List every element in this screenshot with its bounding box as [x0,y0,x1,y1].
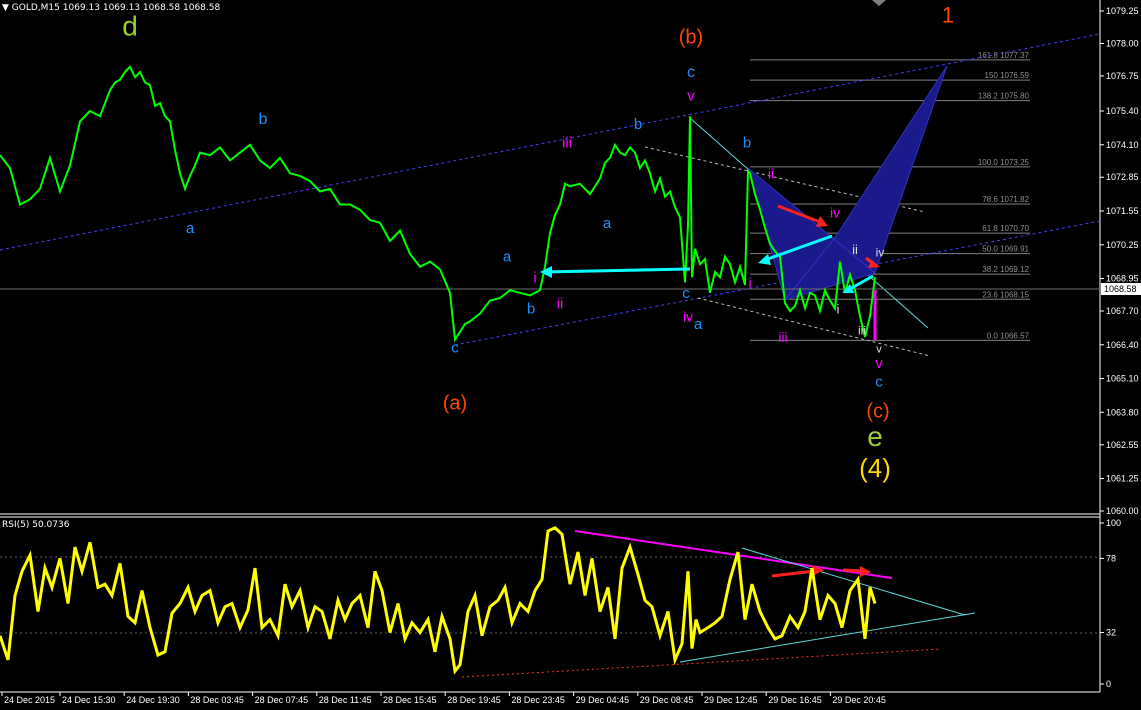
fib-level-label: 150 1076.59 [985,71,1030,80]
fib-level-label: 38.2 1069.12 [982,265,1029,274]
price-tick-label: 1072.85 [1106,172,1139,182]
wave-label: a [694,316,703,333]
fib-level-label: 100.0 1073.25 [978,158,1030,167]
price-tick-label: 1075.40 [1106,106,1139,116]
wave-label: e [867,421,883,452]
wave-label: i [533,269,536,286]
time-tick-label: 29 Dec 20:45 [832,695,886,705]
fib-level-label: 78.6 1071.82 [982,195,1029,204]
wave-label: i [837,302,840,317]
wave-label: b [527,301,535,318]
fib-level-label: 161.8 1077.37 [978,51,1030,60]
wave-label: v [876,344,882,356]
wave-label: a [603,215,612,232]
price-tick-label: 1067.70 [1106,306,1139,316]
wave-label: (b) [679,26,703,48]
price-tick-label: 1060.00 [1106,506,1139,516]
price-tick-label: 1068.95 [1106,274,1139,284]
price-tick-label: 1076.75 [1106,71,1139,81]
price-tick-label: 1063.80 [1106,407,1139,417]
wave-label: c [875,373,883,390]
wave-label: iii [858,323,866,337]
wave-label: b [634,116,642,133]
time-tick-label: 28 Dec 23:45 [511,695,565,705]
price-tick-label: 1061.25 [1106,474,1139,484]
indicator-label: RSI(5) 50.0736 [2,520,70,530]
chart-area: 161.8 1077.37 150 1076.59 138.2 1075.80 100… [0,0,1141,706]
rsi-tick-label: 0 [1106,679,1111,689]
wave-label: 1 [942,3,954,28]
time-tick-label: 29 Dec 04:45 [576,695,630,705]
time-tick-label: 24 Dec 19:30 [126,695,180,705]
wave-label: iv [683,308,693,324]
time-tick-label: 29 Dec 12:45 [704,695,758,705]
price-tick-label: 1065.10 [1106,374,1139,384]
indicator-header: RSI(5) 50.0736 [2,520,69,530]
rsi-tick-label: 78 [1106,553,1116,563]
wave-label: iii [778,329,787,345]
wave-label: v [687,88,695,105]
rsi-tick-label: 100 [1106,518,1121,528]
fib-level-label: 0.0 1066.57 [987,331,1030,340]
wave-label: d [122,11,138,42]
price-tick-label: 1070.25 [1106,240,1139,250]
fib-level-label: 50.0 1069.91 [982,245,1029,254]
price-tick-label: 1066.40 [1106,340,1139,350]
wave-label: ii [852,242,858,257]
wave-label: v [875,355,883,372]
time-tick-label: 28 Dec 19:45 [447,695,501,705]
wave-label: c [682,285,690,302]
wave-label: ii [557,295,564,312]
wave-label: b [743,134,751,151]
time-tick-label: 24 Dec 15:30 [62,695,116,705]
collapse-triangle-icon[interactable]: ▼ [2,3,9,13]
time-tick-label: 29 Dec 08:45 [640,695,694,705]
price-tick-label: 1074.10 [1106,140,1139,150]
wave-label: iv [876,245,885,259]
symbol-label: GOLD,M15 [11,3,60,13]
wave-label: (a) [443,393,467,415]
wave-label: c [451,340,459,357]
time-tick-label: 28 Dec 15:45 [383,695,437,705]
wave-label: a [186,220,195,237]
time-tick-label: 24 Dec 2015 [4,695,55,705]
time-tick-label: 28 Dec 03:45 [190,695,244,705]
chart-header: ▼ GOLD,M15 1069.13 1069.13 1068.58 1068.… [2,3,220,13]
rsi-red-arrow-2 [842,568,863,573]
current-price-tag-text: 1068.58 [1104,284,1137,294]
time-tick-label: 28 Dec 11:45 [319,695,372,705]
chart-background [0,0,1141,706]
price-tick-label: 1062.55 [1106,440,1139,450]
fib-level-label: 61.8 1070.70 [982,224,1029,233]
wave-label: iv [830,204,840,220]
price-tick-label: 1079.25 [1106,6,1139,16]
chart-svg: 161.8 1077.37150 1076.59138.2 1075.80100… [0,0,1141,706]
wave-label: ii [768,166,774,182]
wave-label: b [259,111,268,128]
wave-label: a [503,249,512,266]
price-tick-label: 1071.55 [1106,206,1139,216]
wave-label: (c) [866,400,889,422]
wave-label: (4) [859,453,891,483]
wave-label: i [748,275,751,291]
fib-level-label: 138.2 1075.80 [978,92,1030,101]
fib-level-label: 23.6 1068.15 [982,290,1029,299]
wave-label: iii [562,134,572,151]
ohlc-label: 1069.13 1069.13 1068.58 1068.58 [62,3,221,13]
wave-label: c [687,64,695,81]
price-tick-label: 1078.00 [1106,38,1139,48]
time-tick-label: 29 Dec 16:45 [768,695,822,705]
time-tick-label: 28 Dec 07:45 [255,695,309,705]
rsi-tick-label: 32 [1106,627,1116,637]
